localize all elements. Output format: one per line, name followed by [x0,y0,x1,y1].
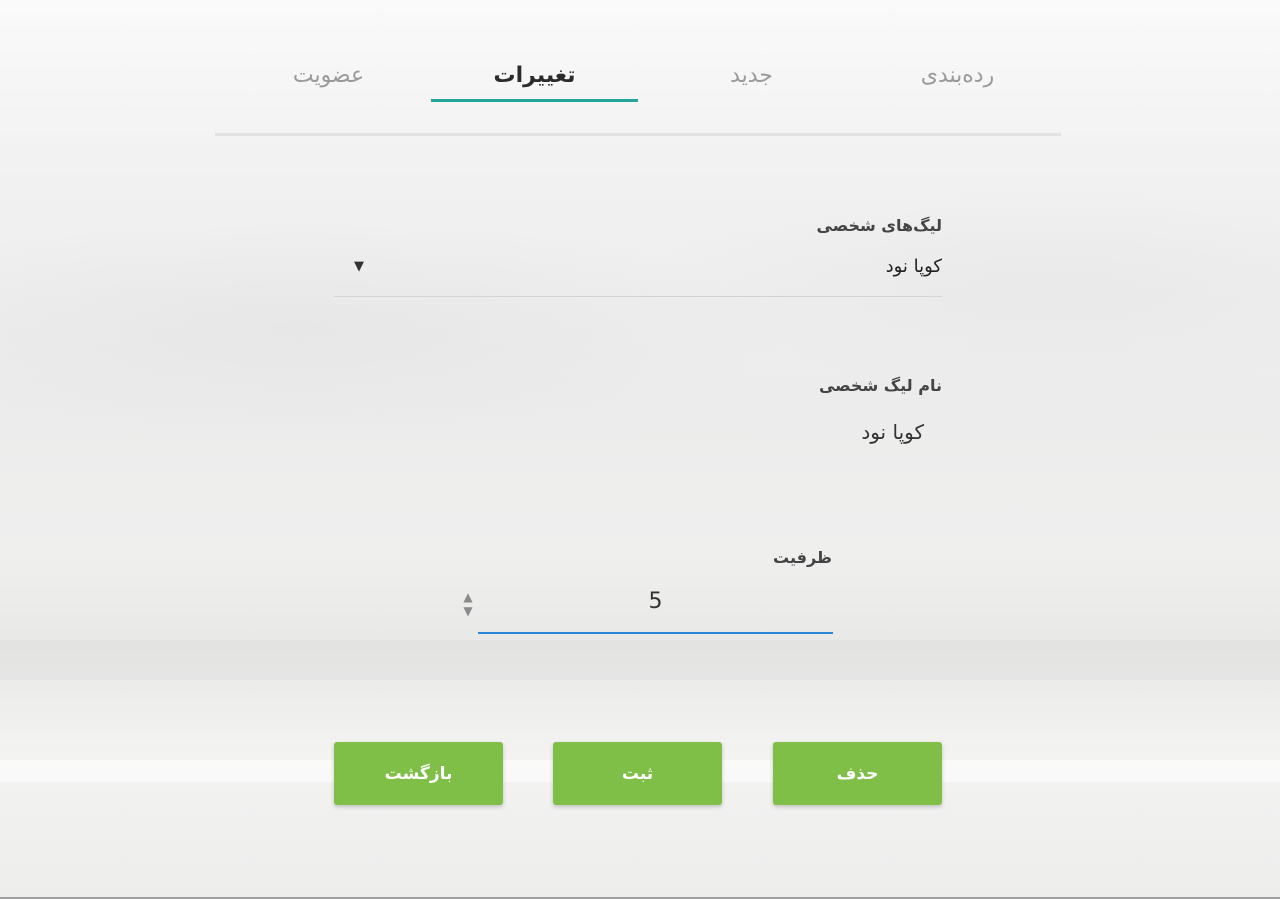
active-tab-indicator [431,99,638,102]
capacity-label: ظرفیت [773,548,832,567]
capacity-value: 5 [648,589,663,614]
league-name-value: کوپا نود [861,420,924,444]
tab-new[interactable]: جدید [648,48,855,102]
tab-membership[interactable]: عضویت [225,48,432,102]
leagues-select[interactable]: کوپا نود ▼ [334,250,942,297]
delete-button[interactable]: حذف [773,742,942,805]
tab-new-label: جدید [730,62,773,88]
spinner-down-icon[interactable]: ▼ [457,604,479,618]
tab-membership-label: عضویت [292,62,365,88]
submit-button-label: ثبت [621,763,654,784]
delete-button-label: حذف [836,763,879,784]
leagues-field-label: لیگ‌های شخصی [816,216,942,235]
tabs-divider [215,133,1061,136]
capacity-spinner[interactable]: ▲ ▼ [457,590,479,624]
back-button-label: بازگشت [384,763,453,784]
back-button[interactable]: بازگشت [334,742,503,805]
capacity-input[interactable]: 5 [478,584,833,634]
tab-bar: رده‌بندی جدید تغییرات عضویت [215,48,1061,104]
league-name-label: نام لیگ شخصی [818,376,942,395]
tab-rankings[interactable]: رده‌بندی [854,48,1061,102]
leagues-select-value: کوپا نود [885,256,942,277]
tab-changes[interactable]: تغییرات [431,48,638,102]
dropdown-caret-icon: ▼ [354,259,364,274]
tab-changes-label: تغییرات [493,62,576,88]
submit-button[interactable]: ثبت [553,742,722,805]
spinner-up-icon[interactable]: ▲ [457,590,479,604]
tab-rankings-label: رده‌بندی [920,62,995,88]
